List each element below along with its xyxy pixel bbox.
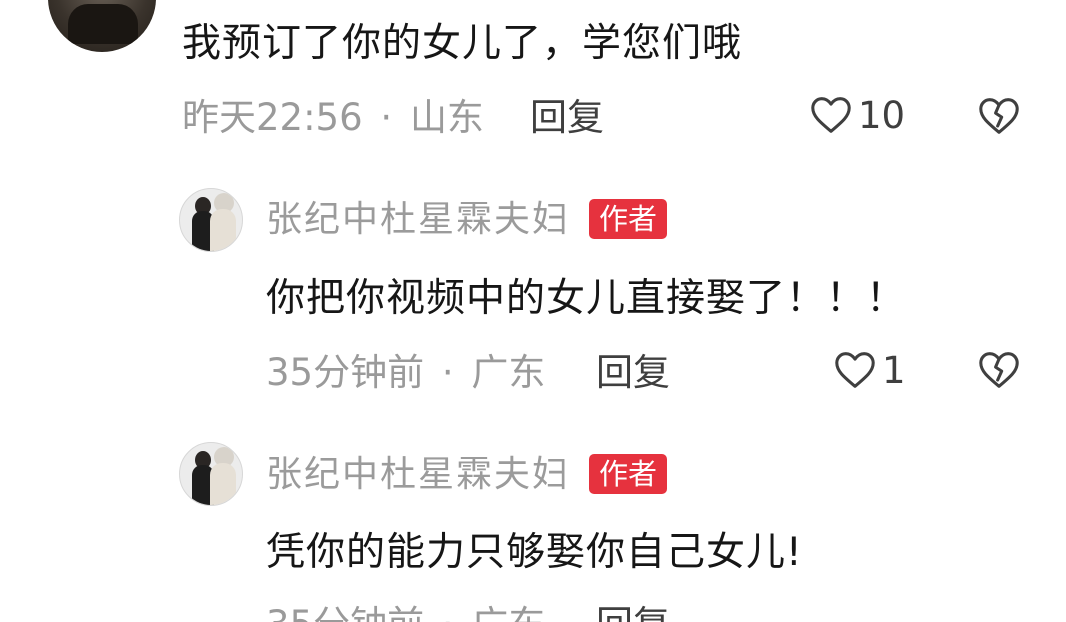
heart-outline-icon xyxy=(835,352,875,388)
reply-button[interactable]: 回复 xyxy=(596,606,670,622)
meta-separator: · xyxy=(441,351,454,394)
reply-text: 凭你的能力只够娶你自己女儿! xyxy=(266,530,803,575)
reply-text: 你把你视频中的女儿直接娶了！！！ xyxy=(266,276,907,321)
reply-location: 广东 xyxy=(471,351,546,394)
like-button[interactable]: 1 xyxy=(832,347,906,393)
avatar-figure xyxy=(210,209,236,251)
meta-separator: · xyxy=(380,96,393,139)
like-count: 10 xyxy=(858,93,906,137)
author-name[interactable]: 张纪中杜星霖夫妇 xyxy=(266,457,570,493)
like-count: 1 xyxy=(882,348,906,392)
comment-thread: 我预订了你的女儿了，学您们哦 昨天22:56 · 山东 回复 10 张纪中杜星霖… xyxy=(0,0,1066,622)
heart-outline-icon xyxy=(811,97,851,133)
meta-separator: · xyxy=(442,603,454,622)
commenter-avatar[interactable] xyxy=(48,0,156,52)
avatar-figure xyxy=(210,463,236,505)
reply-button[interactable]: 回复 xyxy=(596,354,670,391)
broken-heart-icon[interactable] xyxy=(976,93,1022,139)
reply-location: 广东 xyxy=(471,603,545,622)
comment-meta: 昨天22:56 · 山东 xyxy=(182,99,484,136)
reply-meta: 35分钟前 · 广东 xyxy=(266,354,545,391)
comment-location: 山东 xyxy=(409,96,484,139)
reply-time: 35分钟前 xyxy=(266,351,425,394)
author-badge: 作者 xyxy=(589,199,668,239)
reply-meta: 35分钟前 · 广东 xyxy=(266,606,545,622)
reply-time: 35分钟前 xyxy=(266,603,424,622)
author-avatar[interactable] xyxy=(179,188,243,252)
comment-time: 昨天22:56 xyxy=(182,96,363,139)
reply-meta-cut: 35分钟前 · 广东 回复 xyxy=(0,600,1066,622)
author-avatar[interactable] xyxy=(179,442,243,506)
avatar-figure xyxy=(68,4,138,44)
author-badge: 作者 xyxy=(589,454,668,494)
comment-text: 我预订了你的女儿了，学您们哦 xyxy=(182,21,743,66)
reply-button[interactable]: 回复 xyxy=(530,99,604,136)
like-button[interactable]: 10 xyxy=(808,92,905,138)
author-name[interactable]: 张纪中杜星霖夫妇 xyxy=(266,202,570,238)
broken-heart-icon[interactable] xyxy=(976,347,1022,393)
